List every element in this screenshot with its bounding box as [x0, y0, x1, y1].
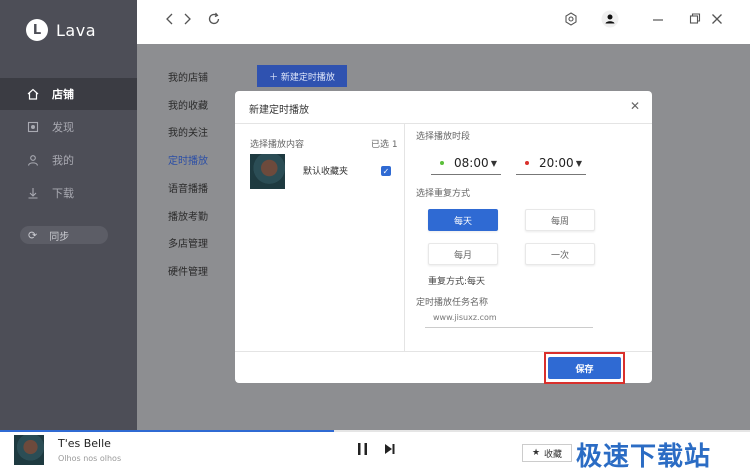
sync-icon: ⟳	[28, 228, 38, 242]
save-button[interactable]: 保存	[548, 357, 621, 379]
refresh-icon[interactable]	[207, 12, 221, 30]
app-logo: L Lava	[26, 19, 96, 41]
submenu-hardware[interactable]: 硬件管理	[168, 263, 208, 278]
sidebar-item-mine[interactable]: 我的	[0, 144, 137, 176]
sidebar: L Lava 店铺 发现 我的 下载 ⟳ 同步	[0, 0, 137, 430]
user-icon	[26, 153, 40, 167]
forward-icon[interactable]	[182, 12, 192, 30]
selected-count: 已选 1	[371, 140, 398, 150]
repeat-summary: 重复方式:每天	[428, 277, 486, 287]
repeat-monthly-button[interactable]: 每月	[428, 243, 498, 265]
sidebar-item-label: 发现	[52, 121, 74, 134]
submenu-voice-broadcast[interactable]: 语音播播	[168, 180, 208, 195]
track-cover	[14, 435, 44, 465]
sidebar-item-label: 下载	[52, 187, 74, 200]
chevron-down-icon: ▼	[575, 159, 582, 168]
repeat-label: 选择重复方式	[416, 189, 471, 199]
back-icon[interactable]	[165, 12, 175, 30]
favorite-button[interactable]: ★ 收藏	[522, 444, 572, 462]
content-label: 选择播放内容	[250, 140, 305, 150]
pause-icon[interactable]	[356, 441, 370, 461]
task-name-input[interactable]: www.jisuxz.com	[425, 308, 593, 328]
time-range-label: 选择播放时段	[416, 132, 471, 142]
end-dot	[525, 160, 529, 165]
playlist-checkbox[interactable]: ✓	[381, 166, 391, 176]
playlist-cover	[250, 154, 285, 189]
new-schedule-button[interactable]: ＋ 新建定时播放	[257, 65, 347, 87]
sidebar-item-label: 店铺	[52, 88, 74, 101]
repeat-once-button[interactable]: 一次	[525, 243, 595, 265]
repeat-daily-button[interactable]: 每天	[428, 209, 498, 231]
submenu-play-attendance[interactable]: 播放考勤	[168, 208, 208, 223]
download-icon	[26, 186, 40, 200]
submenu-my-store[interactable]: 我的店铺	[168, 69, 208, 84]
submenu-scheduled-play[interactable]: 定时播放	[168, 152, 208, 167]
settings-icon[interactable]	[564, 12, 578, 30]
app-name: Lava	[56, 20, 96, 40]
divider	[235, 123, 652, 124]
chevron-down-icon: ▼	[490, 159, 497, 168]
sync-label: 同步	[49, 231, 70, 243]
start-time-value: 08:00	[454, 155, 489, 170]
playlist-name: 默认收藏夹	[303, 167, 349, 177]
end-time-select[interactable]: 20:00 ▼	[516, 151, 586, 175]
minimize-icon[interactable]	[652, 12, 664, 30]
task-name-label: 定时播放任务名称	[416, 298, 489, 308]
top-bar	[137, 0, 750, 44]
track-title: T'es Belle	[58, 437, 111, 450]
sidebar-item-label: 我的	[52, 154, 74, 167]
start-dot	[440, 160, 444, 165]
close-icon[interactable]: ✕	[630, 99, 640, 113]
player-bar: T'es Belle Olhos nos olhos ★ 收藏 极速下载站	[0, 432, 750, 472]
track-album: Olhos nos olhos	[58, 454, 122, 463]
new-schedule-dialog: 新建定时播放 ✕ 选择播放内容 已选 1 默认收藏夹 ✓ 选择播放时段 08:0…	[235, 91, 652, 384]
sidebar-item-download[interactable]: 下载	[0, 177, 137, 209]
divider	[404, 124, 405, 351]
home-icon	[26, 87, 40, 101]
start-time-select[interactable]: 08:00 ▼	[431, 151, 501, 175]
favorite-label: 收藏	[544, 449, 563, 460]
sync-button[interactable]: ⟳ 同步	[20, 226, 108, 244]
logo-mark: L	[26, 19, 48, 41]
sidebar-item-discover[interactable]: 发现	[0, 111, 137, 143]
dialog-title: 新建定时播放	[249, 105, 309, 116]
submenu-multi-store[interactable]: 多店管理	[168, 235, 208, 250]
sidebar-item-store[interactable]: 店铺	[0, 78, 137, 110]
end-time-value: 20:00	[539, 155, 574, 170]
account-icon[interactable]	[601, 10, 619, 32]
star-icon: ★	[531, 448, 541, 458]
close-window-icon[interactable]	[711, 12, 723, 30]
next-track-icon[interactable]	[383, 441, 397, 461]
site-watermark: 极速下载站	[576, 442, 712, 472]
repeat-weekly-button[interactable]: 每周	[525, 209, 595, 231]
submenu-my-follows[interactable]: 我的关注	[168, 124, 208, 139]
submenu-my-favorites[interactable]: 我的收藏	[168, 97, 208, 112]
restore-icon[interactable]	[689, 12, 701, 30]
discover-icon	[26, 120, 40, 134]
